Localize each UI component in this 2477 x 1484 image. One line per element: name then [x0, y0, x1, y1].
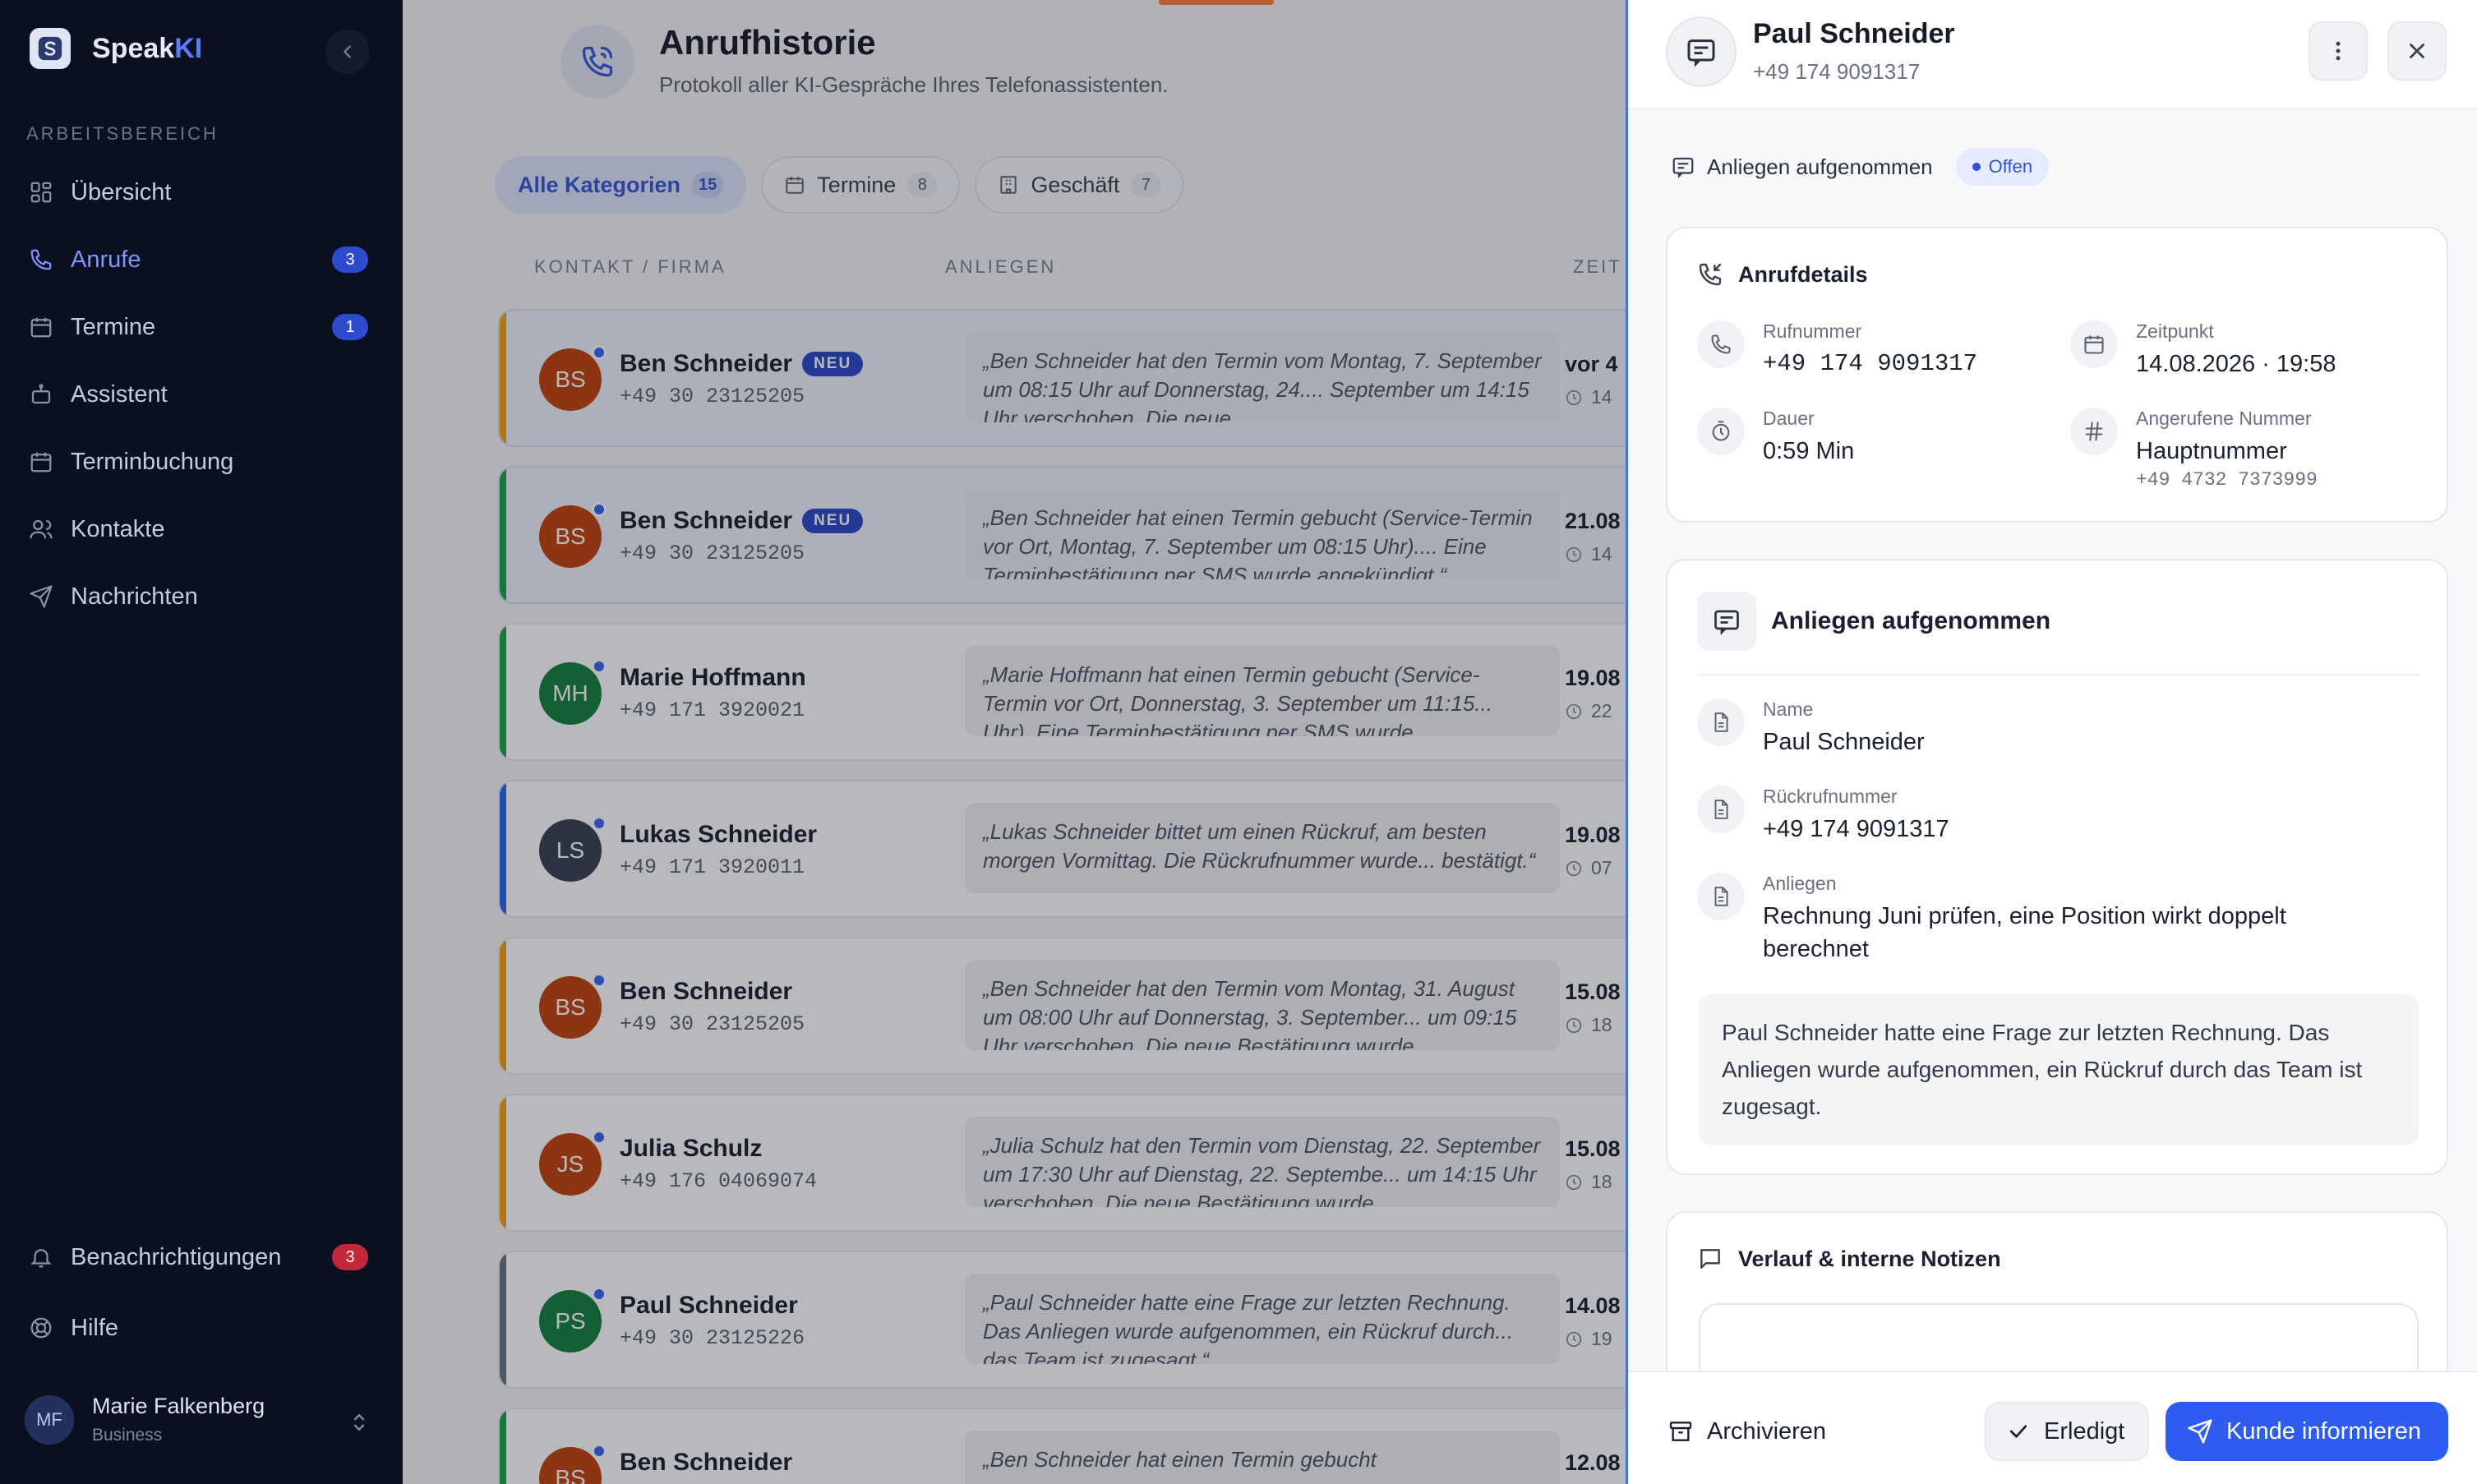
card-title: Anliegen aufgenommen — [1697, 592, 2050, 651]
anliegen-card: Anliegen aufgenommen Name Paul Schneider … — [1666, 559, 2448, 1175]
chevron-updown-icon[interactable] — [347, 1410, 371, 1435]
zeitpunkt-field: Zeitpunkt 14.08.2026 · 19:58 — [2070, 320, 2336, 380]
sidebar-item-terminbuchung[interactable]: Terminbuchung — [0, 429, 403, 495]
drawer-footer: Archivieren Erledigt Kunde informieren — [1628, 1371, 2477, 1484]
section-label: ARBEITSBEREICH — [26, 123, 219, 144]
help-icon — [26, 1313, 56, 1343]
archive-button[interactable]: Archivieren — [1667, 1402, 1826, 1461]
document-icon — [1697, 873, 1745, 920]
grid-icon — [26, 177, 56, 207]
sidebar-item-hilfe[interactable]: Hilfe — [0, 1295, 403, 1361]
sidebar-item-benachrichtigungen[interactable]: Benachrichtigungen 3 — [0, 1224, 403, 1290]
sidebar: SpeakKI ARBEITSBEREICH Übersicht Anrufe … — [0, 0, 403, 1484]
card-title: Anrufdetails — [1697, 261, 1868, 288]
angerufene-nummer-field: Angerufene Nummer Hauptnummer +49 4732 737… — [2070, 408, 2318, 491]
notifications-badge: 3 — [332, 1244, 368, 1270]
chevron-left-icon — [344, 45, 351, 58]
avatar: MF — [25, 1394, 74, 1445]
brand-suffix: KI — [174, 32, 203, 64]
document-icon — [1697, 786, 1745, 833]
send-icon — [26, 582, 56, 611]
sidebar-item-anrufe[interactable]: Anrufe 3 — [0, 227, 403, 293]
status-row: Anliegen aufgenommen Offen — [1671, 148, 2050, 186]
call-detail-drawer: Paul Schneider +49 174 9091317 Anliegen … — [1626, 0, 2477, 1484]
message-icon — [1666, 16, 1737, 87]
logo-icon — [30, 28, 71, 69]
sidebar-item-nachrichten[interactable]: Nachrichten — [0, 564, 403, 629]
sidebar-item-assistent[interactable]: Assistent — [0, 362, 403, 427]
more-options-button[interactable] — [2309, 21, 2368, 81]
call-summary: Paul Schneider hatte eine Frage zur letz… — [1699, 994, 2419, 1145]
sidebar-item-label: Assistent — [71, 380, 168, 408]
inform-customer-button[interactable]: Kunde informieren — [2166, 1402, 2448, 1461]
rueckrufnummer-field: Rückrufnummer +49 174 9091317 — [1697, 786, 1949, 846]
calendar-icon — [26, 312, 56, 342]
sidebar-item-label: Kontakte — [71, 515, 165, 542]
sidebar-item-label: Hilfe — [71, 1314, 119, 1341]
calendar-icon — [26, 447, 56, 477]
drawer-header: Paul Schneider +49 174 9091317 — [1628, 0, 2477, 110]
category-tag: Anliegen aufgenommen — [1671, 154, 1933, 180]
divider — [1699, 674, 2419, 675]
termine-badge: 1 — [332, 314, 368, 340]
dauer-field: Dauer 0:59 Min — [1697, 408, 1854, 468]
collapse-sidebar-button[interactable] — [325, 30, 370, 74]
timer-icon — [1697, 408, 1745, 455]
drawer-contact-name: Paul Schneider — [1753, 18, 1955, 49]
sidebar-item-label: Nachrichten — [71, 583, 198, 610]
sidebar-item-uebersicht[interactable]: Übersicht — [0, 159, 403, 225]
rufnummer-field: Rufnummer +49 174 9091317 — [1697, 320, 1977, 380]
close-icon — [2410, 44, 2424, 58]
message-icon — [1697, 592, 1756, 651]
card-title: Verlauf & interne Notizen — [1697, 1246, 2001, 1272]
more-vertical-icon — [2336, 41, 2341, 61]
modal-overlay[interactable] — [403, 0, 1626, 1484]
anrufe-badge: 3 — [332, 247, 368, 273]
done-button[interactable]: Erledigt — [1985, 1402, 2149, 1461]
sidebar-item-label: Anrufe — [71, 246, 141, 273]
status-badge: Offen — [1955, 148, 2050, 186]
document-icon — [1697, 698, 1745, 746]
name-field: Name Paul Schneider — [1697, 698, 1925, 758]
sidebar-item-termine[interactable]: Termine 1 — [0, 294, 403, 360]
sidebar-item-label: Benachrichtigungen — [71, 1243, 282, 1270]
user-plan: Business — [92, 1426, 163, 1445]
hash-icon — [2070, 408, 2118, 455]
users-icon — [26, 514, 56, 544]
archive-icon — [1669, 1422, 1692, 1441]
send-icon — [2188, 1419, 2212, 1444]
user-profile[interactable]: MF Marie Falkenberg Business — [25, 1394, 265, 1445]
close-drawer-button[interactable] — [2387, 21, 2447, 81]
brand[interactable]: SpeakKI — [30, 28, 202, 69]
phone-icon — [1697, 320, 1745, 368]
drawer-contact-phone: +49 174 9091317 — [1753, 59, 1921, 84]
phone-icon — [26, 245, 56, 274]
phone-incoming-icon — [1699, 263, 1722, 286]
anliegen-field: Anliegen Rechnung Juni prüfen, eine Posit… — [1697, 873, 2387, 966]
message-icon — [1672, 157, 1694, 178]
check-icon — [2009, 1425, 2027, 1438]
calendar-icon — [2070, 320, 2118, 368]
sidebar-item-label: Termine — [71, 313, 156, 340]
sidebar-item-kontakte[interactable]: Kontakte — [0, 496, 403, 562]
bot-icon — [26, 380, 56, 409]
bell-icon — [26, 1242, 56, 1272]
sidebar-item-label: Übersicht — [71, 178, 172, 205]
user-name: Marie Falkenberg — [92, 1394, 265, 1418]
comment-icon — [1700, 1249, 1720, 1269]
brand-name: Speak — [92, 32, 175, 64]
call-details-card: Anrufdetails Rufnummer +49 174 9091317 Ze… — [1666, 227, 2448, 523]
sidebar-item-label: Terminbuchung — [71, 448, 234, 475]
